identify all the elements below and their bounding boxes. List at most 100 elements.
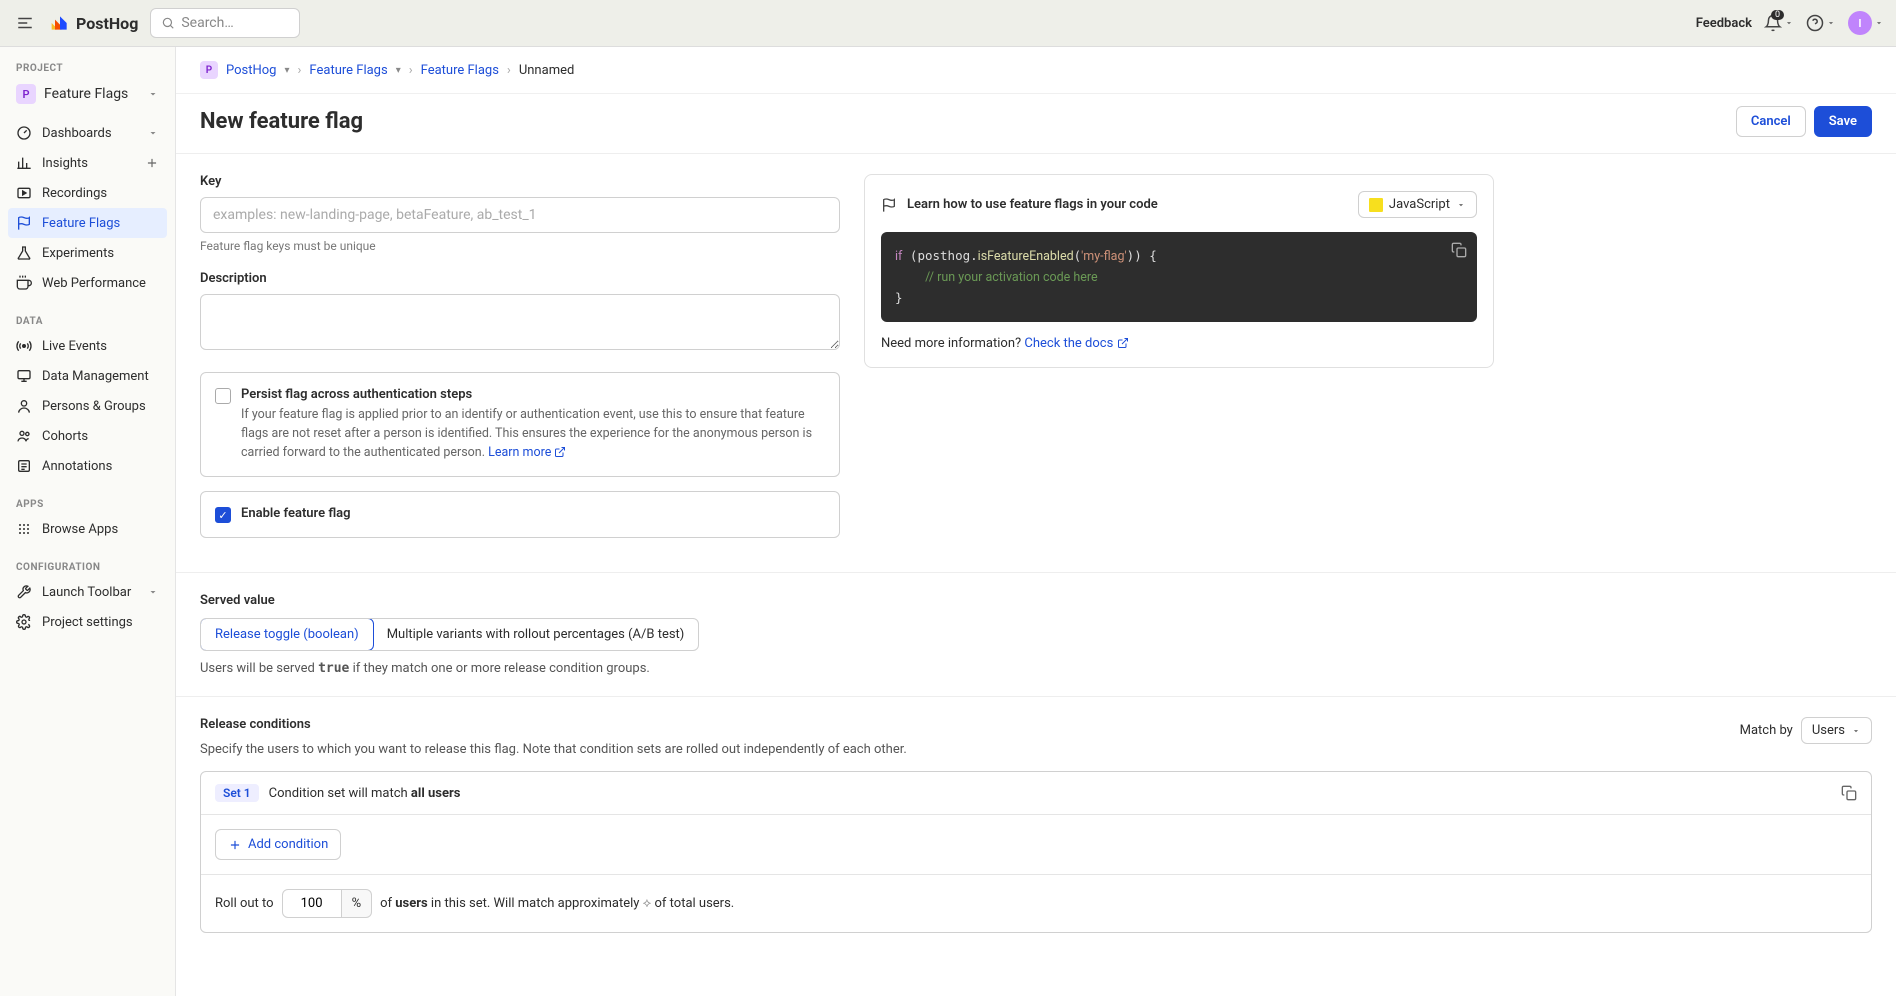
breadcrumb-badge: P (200, 61, 218, 79)
tools-icon (16, 584, 32, 600)
copy-code-button[interactable] (1451, 242, 1467, 258)
sidebar-item-label: Annotations (42, 459, 112, 474)
sidebar-item-label: Insights (42, 156, 88, 171)
sidebar-item-label: Data Management (42, 369, 149, 384)
notifications-button[interactable]: 0 (1764, 14, 1794, 32)
sidebar-heading-project: PROJECT (8, 59, 167, 78)
sidebar-item-label: Persons & Groups (42, 399, 146, 414)
save-button[interactable]: Save (1814, 106, 1872, 137)
persist-checkbox[interactable] (215, 388, 231, 404)
rollout-label: Roll out to (215, 896, 274, 911)
sidebar-item-project-settings[interactable]: Project settings (8, 607, 167, 637)
key-label: Key (200, 174, 840, 189)
set-badge: Set 1 (215, 784, 259, 802)
sidebar-item-recordings[interactable]: Recordings (8, 178, 167, 208)
note-icon (16, 458, 32, 474)
enable-title: Enable feature flag (241, 506, 825, 521)
sidebar-item-launch-toolbar[interactable]: Launch Toolbar (8, 577, 167, 607)
feedback-link[interactable]: Feedback (1696, 16, 1752, 31)
gear-icon (16, 614, 32, 630)
percent-addon: % (342, 889, 373, 918)
description-label: Description (200, 271, 840, 286)
sidebar-item-label: Dashboards (42, 126, 112, 141)
project-badge: P (16, 84, 36, 104)
sidebar-heading: DATA (8, 312, 167, 331)
match-by-select[interactable]: Users (1801, 717, 1872, 744)
sidebar-item-label: Web Performance (42, 276, 146, 291)
search-placeholder: Search… (181, 15, 233, 31)
sidebar-item-label: Cohorts (42, 429, 88, 444)
info-footer: Need more information? Check the docs (881, 336, 1477, 351)
help-button[interactable] (1806, 14, 1836, 32)
sidebar: PROJECT P Feature Flags Dashboards Insigh… (0, 47, 176, 996)
info-title: Learn how to use feature flags in your c… (907, 197, 1348, 212)
learn-more-link[interactable]: Learn more (488, 445, 566, 460)
copy-set-button[interactable] (1841, 785, 1857, 801)
served-value-title: Served value (200, 593, 1872, 608)
add-condition-button[interactable]: Add condition (215, 829, 341, 860)
description-input[interactable] (200, 294, 840, 350)
match-by-label: Match by (1740, 723, 1793, 738)
menu-toggle[interactable] (12, 10, 38, 36)
breadcrumb-sep: › (298, 63, 302, 78)
sidebar-item-web-performance[interactable]: Web Performance (8, 268, 167, 298)
toggle-multivariate[interactable]: Multiple variants with rollout percentag… (373, 619, 699, 650)
breadcrumbs: P PostHog ▾ › Feature Flags ▾ › Feature … (176, 47, 1896, 94)
play-icon (16, 185, 32, 201)
sidebar-heading: APPS (8, 495, 167, 514)
docs-link[interactable]: Check the docs (1024, 336, 1128, 351)
sidebar-item-persons-groups[interactable]: Persons & Groups (8, 391, 167, 421)
rollout-input[interactable] (282, 889, 342, 918)
grid-icon (16, 521, 32, 537)
rollout-text: of users in this set. Will match approxi… (380, 896, 734, 911)
sidebar-item-label: Browse Apps (42, 522, 118, 537)
sidebar-item-feature-flags[interactable]: Feature Flags (8, 208, 167, 238)
sidebar-item-annotations[interactable]: Annotations (8, 451, 167, 481)
user-menu[interactable]: I (1848, 11, 1884, 35)
loading-icon: ⟡ (643, 896, 652, 911)
served-value-toggle: Release toggle (boolean) Multiple varian… (200, 618, 699, 651)
breadcrumb-link[interactable]: Feature Flags (421, 63, 499, 78)
persist-desc: If your feature flag is applied prior to… (241, 406, 825, 462)
flask-icon (16, 245, 32, 261)
project-name: Feature Flags (44, 86, 128, 102)
breadcrumb-link[interactable]: PostHog (226, 63, 276, 78)
logo-text: PostHog (76, 14, 138, 33)
logo[interactable]: PostHog (50, 13, 138, 33)
plus-icon[interactable] (145, 156, 159, 170)
toggle-boolean[interactable]: Release toggle (boolean) (200, 618, 374, 651)
sidebar-item-label: Launch Toolbar (42, 585, 131, 600)
broadcast-icon (16, 338, 32, 354)
sidebar-item-browse-apps[interactable]: Browse Apps (8, 514, 167, 544)
enable-checkbox[interactable]: ✓ (215, 507, 231, 523)
sidebar-item-label: Project settings (42, 615, 133, 630)
sidebar-item-label: Feature Flags (42, 216, 120, 231)
release-desc: Specify the users to which you want to r… (200, 742, 907, 757)
users-icon (16, 428, 32, 444)
project-selector[interactable]: P Feature Flags (8, 78, 167, 110)
user-icon (16, 398, 32, 414)
sidebar-item-label: Recordings (42, 186, 107, 201)
served-value-sub: Users will be served true if they match … (200, 661, 1872, 676)
flag-icon (881, 197, 897, 213)
key-input[interactable] (200, 197, 840, 233)
sidebar-item-experiments[interactable]: Experiments (8, 238, 167, 268)
chevron-down-icon: ▾ (396, 65, 401, 76)
sidebar-item-data-management[interactable]: Data Management (8, 361, 167, 391)
code-snippet: if (posthog.isFeatureEnabled('my-flag'))… (881, 232, 1477, 322)
sidebar-item-cohorts[interactable]: Cohorts (8, 421, 167, 451)
sidebar-item-label: Experiments (42, 246, 114, 261)
breadcrumb-link[interactable]: Feature Flags (309, 63, 387, 78)
breadcrumb-current: Unnamed (519, 63, 575, 78)
language-select[interactable]: JavaScript (1358, 191, 1477, 218)
flag-icon (16, 215, 32, 231)
sidebar-item-dashboards[interactable]: Dashboards (8, 118, 167, 148)
page-title: New feature flag (200, 109, 363, 134)
gauge-icon (16, 125, 32, 141)
sidebar-item-insights[interactable]: Insights (8, 148, 167, 178)
search-input[interactable]: Search… (150, 8, 300, 38)
breadcrumb-sep: › (507, 63, 511, 78)
sidebar-item-live-events[interactable]: Live Events (8, 331, 167, 361)
breadcrumb-sep: › (409, 63, 413, 78)
cancel-button[interactable]: Cancel (1736, 106, 1806, 137)
